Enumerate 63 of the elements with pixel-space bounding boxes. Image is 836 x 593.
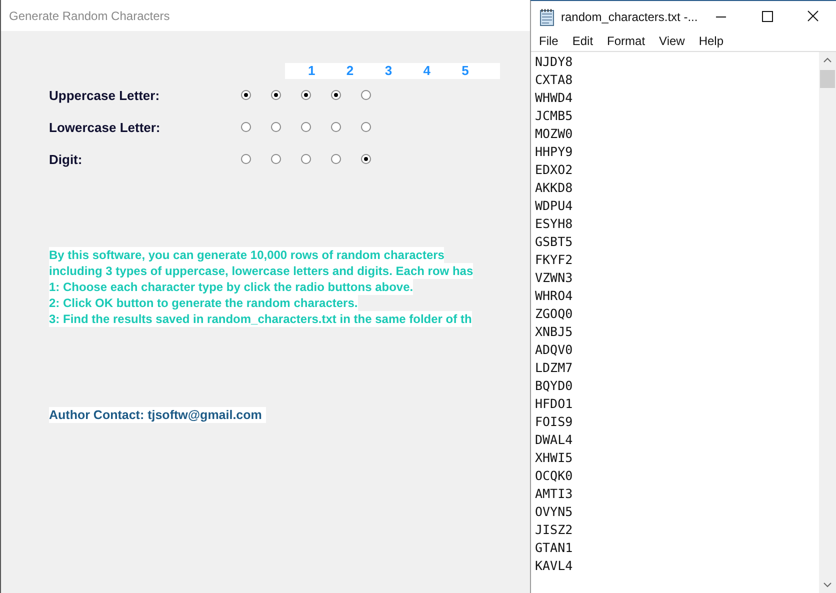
radio-button[interactable]: [241, 122, 251, 132]
window-title: random_characters.txt -...: [561, 10, 698, 24]
author-contact: Author Contact: tjsoftw@gmail.com: [49, 407, 266, 423]
menu-item[interactable]: Format: [600, 32, 652, 51]
menu-item[interactable]: View: [652, 32, 692, 51]
row-label: Uppercase Letter:: [49, 88, 161, 102]
text-line: VZWN3: [535, 269, 573, 287]
scroll-thumb[interactable]: [820, 70, 835, 88]
text-line: WDPU4: [535, 197, 573, 215]
window-title: Generate Random Characters: [9, 8, 170, 22]
text-line: BQYD0: [535, 377, 573, 395]
radio-button[interactable]: [331, 90, 341, 100]
column-header: 5: [462, 63, 470, 79]
text-line: LDZM7: [535, 359, 573, 377]
notepad-icon: [539, 8, 555, 26]
text-line: OVYN5: [535, 503, 573, 521]
text-line: ESYH8: [535, 215, 573, 233]
text-line: WHWD4: [535, 89, 573, 107]
text-line: JISZ2: [535, 521, 573, 539]
text-line: GSBT5: [535, 233, 573, 251]
text-line: OCQK0: [535, 467, 573, 485]
scrollbar[interactable]: [819, 52, 836, 593]
radio-button[interactable]: [301, 90, 311, 100]
column-header: 1: [308, 63, 316, 79]
text-line: CXTA8: [535, 71, 573, 89]
text-line: MOZW0: [535, 125, 573, 143]
text-line: FOIS9: [535, 413, 573, 431]
radio-button[interactable]: [301, 154, 311, 164]
row-label: Digit:: [49, 152, 84, 166]
radio-button[interactable]: [361, 154, 371, 164]
row-label: Lowercase Letter:: [49, 120, 162, 134]
text-line: NJDY8: [535, 53, 573, 71]
text-line: WHRO4: [535, 287, 573, 305]
radio-button[interactable]: [241, 90, 251, 100]
text-line: XNBJ5: [535, 323, 573, 341]
text-line: KAVL4: [535, 557, 573, 575]
text-line: AKKD8: [535, 179, 573, 197]
text-line: JCMB5: [535, 107, 573, 125]
column-header: 2: [346, 63, 355, 79]
radio-button[interactable]: [241, 154, 251, 164]
radio-button[interactable]: [361, 122, 371, 132]
text-line: GTAN1: [535, 539, 573, 557]
radio-button[interactable]: [271, 122, 281, 132]
radio-button[interactable]: [331, 154, 341, 164]
text-line: ZGOQ0: [535, 305, 573, 323]
menu-item[interactable]: File: [532, 32, 566, 51]
radio-button[interactable]: [271, 90, 281, 100]
text-line: DWAL4: [535, 431, 573, 449]
menu-item[interactable]: Edit: [565, 32, 600, 51]
text-line: EDXO2: [535, 161, 573, 179]
radio-button[interactable]: [271, 154, 281, 164]
text-line: FKYF2: [535, 251, 573, 269]
text-line: HHPY9: [535, 143, 573, 161]
text-line: AMTI3: [535, 485, 573, 503]
radio-button[interactable]: [361, 90, 371, 100]
column-header: 3: [384, 63, 394, 79]
menu-item[interactable]: Help: [692, 32, 731, 51]
radio-button[interactable]: [301, 122, 311, 132]
text-line: XHWI5: [535, 449, 573, 467]
radio-button[interactable]: [331, 122, 341, 132]
text-line: ADQV0: [535, 341, 573, 359]
column-header: 4: [423, 63, 432, 79]
text-line: HFDO1: [535, 395, 573, 413]
